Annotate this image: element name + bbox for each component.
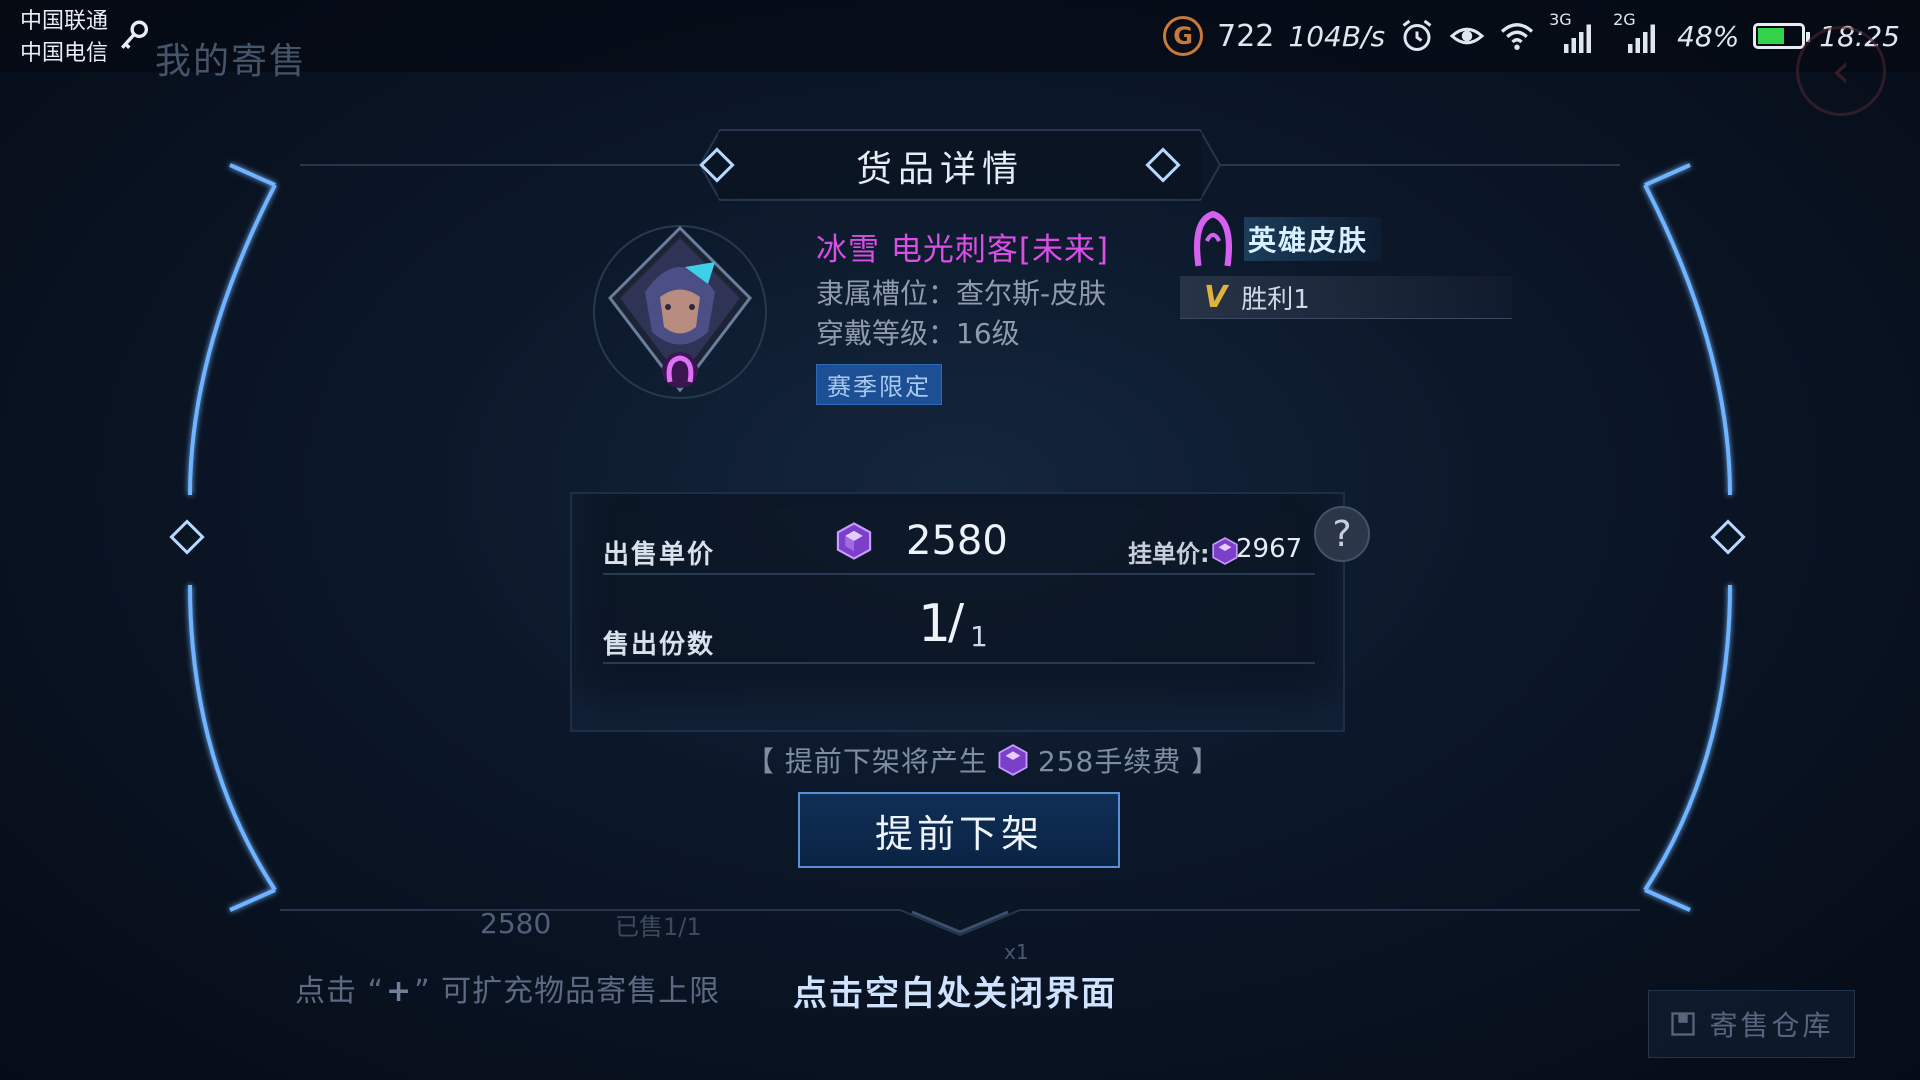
dialog-title: 货品详情 <box>855 149 1024 190</box>
hero-skin-icon <box>1193 210 1233 267</box>
close-hint[interactable]: 点击空白处关闭界面 <box>793 966 1117 1015</box>
page-title: 我的寄售 <box>155 41 308 82</box>
quantity-slash: / <box>948 594 965 650</box>
listing-sold: 已售1/1 <box>615 913 702 941</box>
win-record: V 胜利1 <box>1180 276 1512 319</box>
eye-icon <box>1449 27 1485 45</box>
item-name: 冰雪 电光刺客[未来] <box>816 232 1110 268</box>
list-price-label: 挂单价: <box>1128 540 1210 568</box>
list-price-value: 2967 <box>1236 534 1303 564</box>
win-count: 胜利1 <box>1241 284 1310 315</box>
item-slot: 隶属槽位：查尔斯-皮肤 <box>816 277 1107 310</box>
g-badge: G <box>1163 16 1204 56</box>
sale-price-value: 2580 <box>906 518 1008 564</box>
hero-skin-badge-icon <box>662 352 698 388</box>
signal-icon <box>1564 24 1592 53</box>
row-divider <box>603 662 1315 664</box>
item-type-label: 英雄皮肤 <box>1244 217 1383 261</box>
key-icon <box>120 20 149 49</box>
gem-icon <box>998 744 1028 776</box>
item-level: 穿戴等级：16级 <box>816 317 1020 350</box>
withdraw-fee-notice: 【 提前下架将产生 258手续费 】 <box>746 740 1220 780</box>
network-speed: 104B/s <box>1288 19 1386 53</box>
quantity-total: 1 <box>970 620 988 653</box>
warehouse-icon <box>1671 1012 1696 1036</box>
carrier-1: 中国联通 <box>20 9 109 34</box>
price-label: 出售单价 <box>603 540 716 570</box>
item-type: 英雄皮肤 <box>1192 210 1383 268</box>
hint-prefix: 点击 “ <box>295 974 385 1009</box>
season-limited-tag: 赛季限定 <box>816 364 942 405</box>
carrier-info: 中国联通 中国电信 <box>20 6 108 70</box>
battery-icon <box>1753 23 1811 49</box>
gem-icon <box>1212 537 1238 565</box>
battery-percent: 48% <box>1677 19 1740 53</box>
listing-price: 2580 <box>480 907 552 940</box>
signal-icon <box>1628 24 1656 53</box>
quantity-label: 售出份数 <box>603 630 716 660</box>
victory-icon: V <box>1204 279 1228 315</box>
hint-suffix: ” 可扩充物品寄售上限 <box>414 974 721 1009</box>
help-button[interactable]: ? <box>1314 506 1370 562</box>
data-count: 722 <box>1217 18 1275 54</box>
row-divider <box>603 573 1315 575</box>
signal-2g: 2G <box>1613 10 1663 56</box>
chevron-left-icon: ‹ <box>1831 43 1851 99</box>
hero-skin-portrait <box>593 225 767 399</box>
back-button[interactable]: ‹ <box>1796 26 1886 116</box>
carrier-2: 中国电信 <box>20 41 109 66</box>
consignment-warehouse-button[interactable]: 寄售仓库 <box>1648 990 1855 1058</box>
quantity-current: 1 <box>918 594 952 654</box>
status-indicators: G 722 104B/s 3G 2G 48% 18:25 <box>1163 10 1900 60</box>
gem-icon <box>836 522 872 560</box>
fee-text-prefix: 【 提前下架将产生 <box>746 745 988 778</box>
expand-hint: 点击 “+” 可扩充物品寄售上限 <box>295 966 720 1010</box>
wifi-icon <box>1500 23 1534 50</box>
plus-icon: + <box>386 974 413 1009</box>
signal-3g: 3G <box>1549 10 1599 56</box>
withdraw-early-button[interactable]: 提前下架 <box>798 792 1120 868</box>
listing-quantity: x1 <box>1004 940 1029 964</box>
fee-amount: 258手续费 】 <box>1037 745 1221 778</box>
alarm-icon <box>1402 19 1432 51</box>
warehouse-label: 寄售仓库 <box>1709 1009 1834 1042</box>
